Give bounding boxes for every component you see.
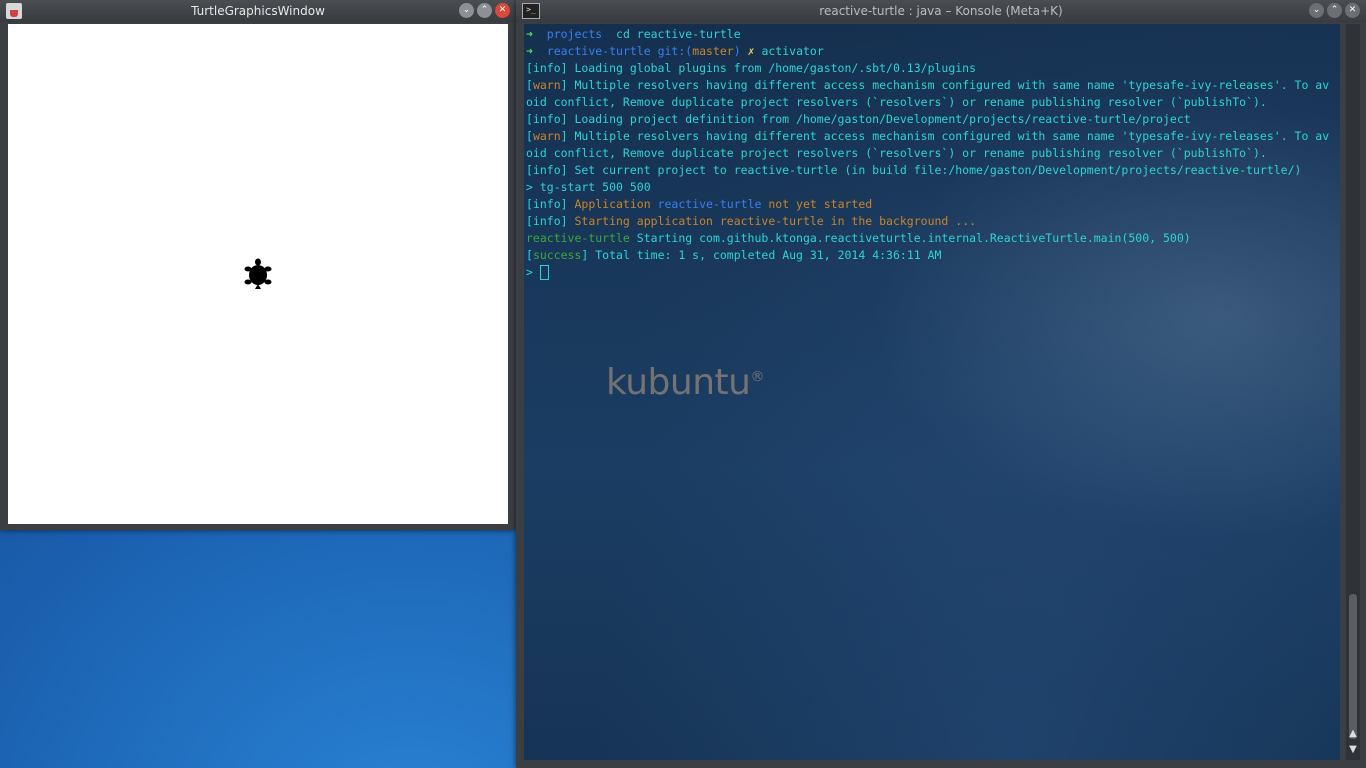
turtle-canvas[interactable] — [8, 24, 508, 524]
registered-mark: ® — [750, 369, 764, 385]
terminal-text-segment: [info] — [526, 197, 575, 211]
terminal-line: oid conflict, Remove duplicate project r… — [526, 94, 1336, 111]
terminal-text-segment: oid conflict, Remove duplicate project r… — [526, 146, 1267, 160]
scroll-up-icon[interactable]: ▲ — [1346, 728, 1360, 742]
turtle-icon — [244, 258, 272, 289]
terminal-text-segment: Application — [574, 197, 658, 211]
terminal-cursor — [539, 265, 549, 280]
terminal-text-segment: ] Multiple resolvers having different ac… — [560, 129, 1330, 143]
close-button[interactable]: ✕ — [495, 3, 510, 18]
terminal-text-segment: success — [532, 248, 582, 262]
terminal-text-segment: [ — [526, 129, 533, 143]
terminal-text-segment: ✗ — [747, 44, 762, 58]
konsole-titlebar[interactable]: >_ reactive-turtle : java – Konsole (Met… — [516, 0, 1366, 22]
terminal-icon[interactable]: >_ — [522, 3, 540, 19]
terminal-line: [info] Starting application reactive-tur… — [526, 213, 1336, 230]
terminal-text-segment: warn — [532, 78, 561, 92]
terminal-text-segment: ] Multiple resolvers having different ac… — [560, 78, 1330, 92]
terminal-line: [info] Loading global plugins from /home… — [526, 60, 1336, 77]
turtle-window-title: TurtleGraphicsWindow — [191, 4, 325, 18]
terminal-text-segment: ) — [733, 44, 748, 58]
scroll-down-icon[interactable]: ▼ — [1346, 744, 1360, 758]
konsole-window: >_ reactive-turtle : java – Konsole (Met… — [516, 0, 1366, 768]
terminal-text-segment: warn — [532, 129, 561, 143]
maximize-button[interactable]: ⌃ — [1327, 3, 1342, 18]
terminal-text-segment: Starting application reactive-turtle in … — [574, 214, 977, 228]
minimize-button[interactable]: ⌄ — [1309, 3, 1324, 18]
terminal-text-segment: oid conflict, Remove duplicate project r… — [526, 95, 1267, 109]
terminal-scrollbar[interactable]: ▲ ▼ — [1346, 24, 1360, 760]
kubuntu-logo: kubuntu® — [606, 362, 764, 403]
java-app-icon[interactable] — [6, 3, 22, 19]
terminal-text-segment: [info] Loading project definition from /… — [526, 112, 1191, 126]
terminal-text-segment: [info] Loading global plugins from /home… — [526, 61, 977, 75]
terminal-text-segment: [ — [526, 248, 533, 262]
terminal-text-segment: [ — [526, 78, 533, 92]
terminal-line: oid conflict, Remove duplicate project r… — [526, 145, 1336, 162]
terminal-line: [warn] Multiple resolvers having differe… — [526, 128, 1336, 145]
turtle-window-titlebar[interactable]: TurtleGraphicsWindow ⌄ ⌃ ✕ — [0, 0, 516, 22]
terminal-text-segment: reactive-turtle — [526, 231, 637, 245]
terminal-text-segment: ➜ — [526, 44, 547, 58]
kubuntu-logo-text: kubuntu — [606, 362, 751, 403]
terminal-text-segment: projects — [546, 27, 603, 41]
terminal-line: > — [526, 264, 1336, 281]
terminal-line: ➜ projects cd reactive-turtle — [526, 26, 1336, 43]
terminal-line: [info] Set current project to reactive-t… — [526, 162, 1336, 179]
terminal-text-segment: [info] Set current project to reactive-t… — [526, 163, 1302, 177]
konsole-title: reactive-turtle : java – Konsole (Meta+K… — [819, 4, 1063, 18]
maximize-button[interactable]: ⌃ — [477, 3, 492, 18]
terminal-area[interactable]: kubuntu® ➜ projects cd reactive-turtle ➜ … — [524, 24, 1340, 760]
terminal-text-segment: > tg-start 500 500 — [526, 180, 651, 194]
terminal-line: reactive-turtle Starting com.github.kton… — [526, 230, 1336, 247]
terminal-line: [success] Total time: 1 s, completed Aug… — [526, 247, 1336, 264]
terminal-text-segment: not yet started — [761, 197, 873, 211]
terminal-text-segment: reactive-turtle — [546, 44, 658, 58]
terminal-text-segment: git:( — [657, 44, 693, 58]
terminal-text-segment: ➜ — [526, 27, 547, 41]
terminal-text-segment: activator — [761, 44, 824, 58]
scrollbar-thumb[interactable] — [1349, 594, 1357, 739]
turtle-graphics-window: TurtleGraphicsWindow ⌄ ⌃ ✕ — [0, 0, 516, 530]
terminal-line: [info] Loading project definition from /… — [526, 111, 1336, 128]
terminal-text-segment: cd reactive-turtle — [602, 27, 741, 41]
terminal-line: [info] Application reactive-turtle not y… — [526, 196, 1336, 213]
terminal-text-segment: [info] — [526, 214, 575, 228]
close-button[interactable]: ✕ — [1345, 3, 1360, 18]
terminal-line: ➜ reactive-turtle git:(master) ✗ activat… — [526, 43, 1336, 60]
terminal-text-segment: Starting com.github.ktonga.reactiveturtl… — [636, 231, 1191, 245]
terminal-text-segment: reactive-turtle — [657, 197, 762, 211]
terminal-text-segment: > — [526, 265, 540, 279]
terminal-output: ➜ projects cd reactive-turtle ➜ reactive-… — [526, 26, 1336, 281]
terminal-line: [warn] Multiple resolvers having differe… — [526, 77, 1336, 94]
terminal-text-segment: ] Total time: 1 s, completed Aug 31, 201… — [581, 248, 942, 262]
terminal-line: > tg-start 500 500 — [526, 179, 1336, 196]
terminal-text-segment: master — [692, 44, 734, 58]
minimize-button[interactable]: ⌄ — [459, 3, 474, 18]
